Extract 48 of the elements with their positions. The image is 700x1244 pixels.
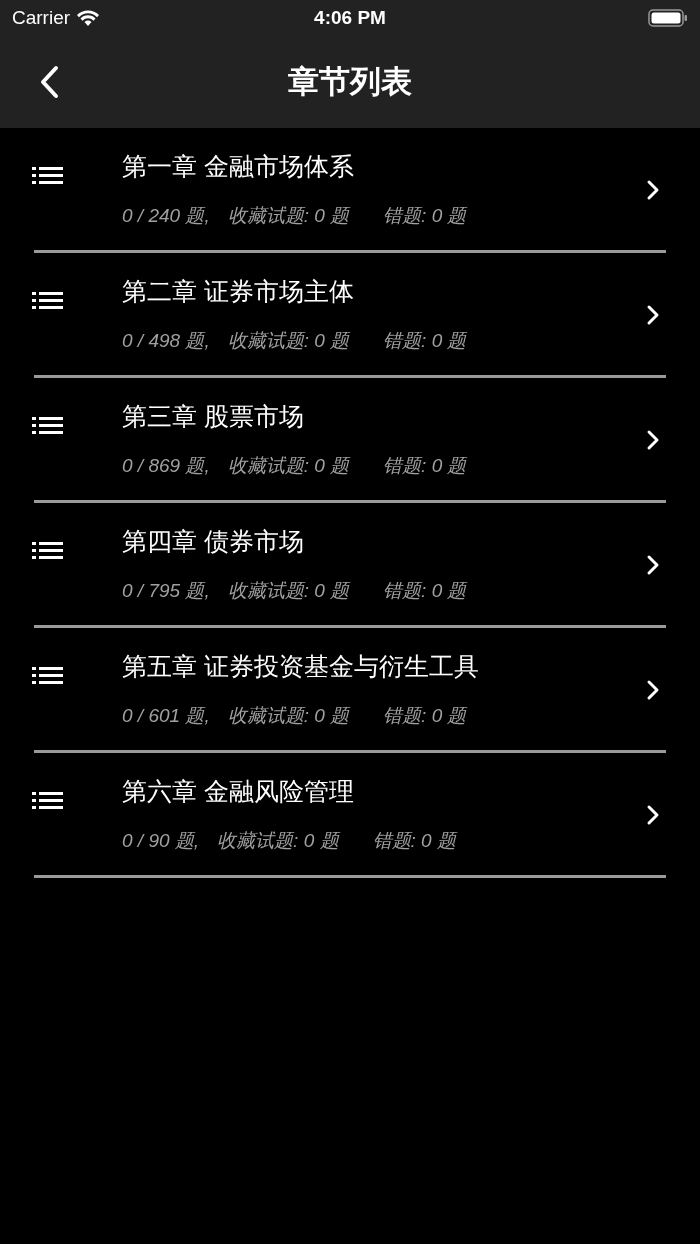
chapter-row[interactable]: 第三章 股票市场 0 / 869 题, 收藏试题: 0 题 错题: 0 题 bbox=[0, 378, 700, 500]
chevron-right-icon bbox=[646, 429, 660, 451]
wrong-count: 错题: 0 题 bbox=[383, 204, 467, 228]
wrong-count: 错题: 0 题 bbox=[383, 579, 467, 603]
chapter-row[interactable]: 第六章 金融风险管理 0 / 90 题, 收藏试题: 0 题 错题: 0 题 bbox=[0, 753, 700, 875]
chapter-row[interactable]: 第一章 金融市场体系 0 / 240 题, 收藏试题: 0 题 错题: 0 题 bbox=[0, 128, 700, 250]
favorites-count: 收藏试题: 0 题 bbox=[227, 579, 350, 603]
favorites-count: 收藏试题: 0 题 bbox=[227, 454, 350, 478]
time-label: 4:06 PM bbox=[314, 5, 386, 30]
chapter-title: 第四章 债券市场 bbox=[122, 526, 305, 557]
question-count: 0 / 240 题, bbox=[122, 204, 210, 228]
page-title: 章节列表 bbox=[288, 62, 412, 101]
wrong-count: 错题: 0 题 bbox=[383, 329, 467, 353]
chevron-right-icon bbox=[646, 304, 660, 326]
list-icon bbox=[32, 292, 64, 310]
chevron-right-icon bbox=[646, 679, 660, 701]
list-icon bbox=[32, 792, 64, 810]
chapter-title: 第一章 金融市场体系 bbox=[122, 151, 355, 182]
chapter-title: 第三章 股票市场 bbox=[122, 401, 305, 432]
question-count: 0 / 498 题, bbox=[122, 329, 210, 353]
wrong-count: 错题: 0 题 bbox=[383, 454, 467, 478]
chapter-row[interactable]: 第五章 证券投资基金与衍生工具 0 / 601 题, 收藏试题: 0 题 错题: 0 题 bbox=[0, 628, 700, 750]
question-count: 0 / 869 题, bbox=[122, 454, 210, 478]
chapter-row[interactable]: 第四章 债券市场 0 / 795 题, 收藏试题: 0 题 错题: 0 题 bbox=[0, 503, 700, 625]
chevron-right-icon bbox=[646, 554, 660, 576]
wrong-count: 错题: 0 题 bbox=[372, 829, 456, 853]
battery-icon bbox=[648, 8, 688, 28]
chapter-row[interactable]: 第二章 证券市场主体 0 / 498 题, 收藏试题: 0 题 错题: 0 题 bbox=[0, 253, 700, 375]
back-chevron-icon bbox=[38, 65, 60, 99]
list-icon bbox=[32, 417, 64, 435]
favorites-count: 收藏试题: 0 题 bbox=[217, 829, 339, 853]
question-count: 0 / 601 题, bbox=[122, 704, 210, 728]
list-icon bbox=[32, 167, 64, 185]
carrier-label: Carrier bbox=[12, 5, 71, 30]
chapter-title: 第五章 证券投资基金与衍生工具 bbox=[122, 651, 479, 682]
chapter-title: 第二章 证券市场主体 bbox=[122, 276, 355, 307]
favorites-count: 收藏试题: 0 题 bbox=[227, 329, 350, 353]
list-icon bbox=[32, 542, 64, 560]
list-icon bbox=[32, 667, 64, 685]
chevron-right-icon bbox=[646, 179, 660, 201]
favorites-count: 收藏试题: 0 题 bbox=[227, 204, 350, 228]
wrong-count: 错题: 0 题 bbox=[383, 704, 467, 728]
wifi-icon bbox=[76, 9, 101, 27]
question-count: 0 / 90 题, bbox=[122, 829, 200, 853]
question-count: 0 / 795 题, bbox=[122, 579, 210, 603]
favorites-count: 收藏试题: 0 题 bbox=[227, 704, 350, 728]
chevron-right-icon bbox=[646, 804, 660, 826]
chapter-title: 第六章 金融风险管理 bbox=[122, 776, 355, 807]
